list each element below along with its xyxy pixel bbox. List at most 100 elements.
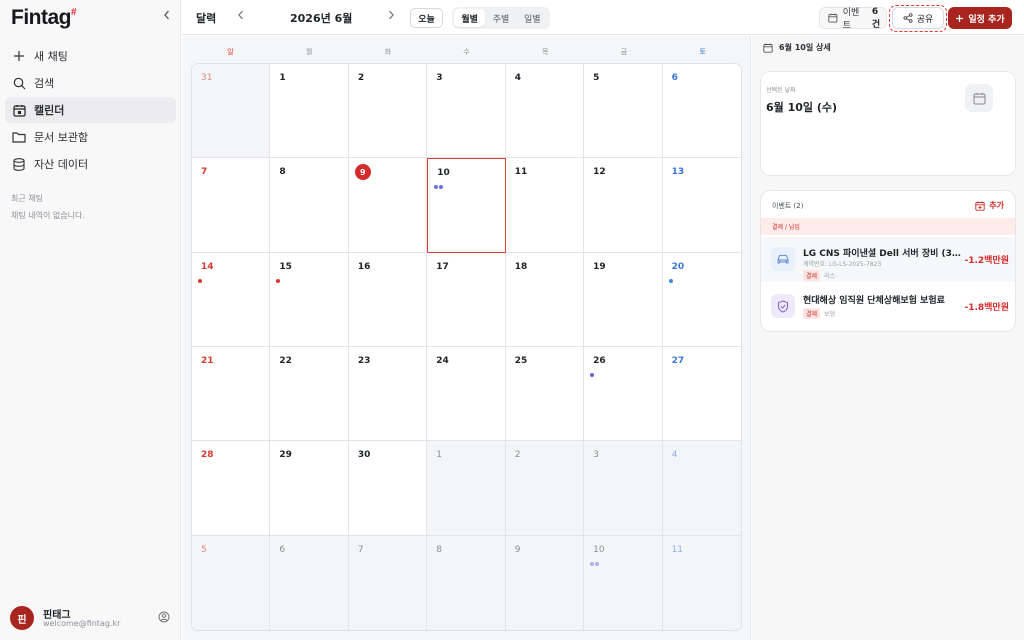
calendar-day-cell[interactable]: 5 xyxy=(584,64,663,159)
view-switcher: 월별 주별 일별 xyxy=(452,7,550,29)
calendar-day-cell[interactable]: 20 xyxy=(662,252,741,347)
user-settings-icon[interactable] xyxy=(158,611,170,623)
day-number: 3 xyxy=(593,450,599,461)
sidebar-item-documents[interactable]: 문서 보관함 xyxy=(5,124,176,150)
calendar-icon xyxy=(12,103,26,117)
day-detail-panel: 6월 10일 상세 선택된 날짜 6월 10일 (수) 이벤트 (2) 추가 결… xyxy=(752,36,1024,640)
calendar-day-cell[interactable]: 7 xyxy=(348,535,428,630)
calendar-day-cell[interactable]: 16 xyxy=(348,252,428,347)
calendar-day-cell[interactable]: 6 xyxy=(270,535,349,630)
user-profile[interactable]: 핀 핀태그 welcome@fintag.kr xyxy=(0,600,181,640)
day-number: 15 xyxy=(279,261,292,272)
calendar-day-cell[interactable]: 8 xyxy=(427,535,506,630)
database-icon xyxy=(12,157,26,171)
day-number: 3 xyxy=(436,73,443,83)
calendar-day-cell[interactable]: 27 xyxy=(662,347,741,442)
event-dots xyxy=(434,185,444,190)
weekday-label: 일 xyxy=(227,48,234,56)
sidebar-item-asset-data[interactable]: 자산 데이터 xyxy=(5,151,176,177)
day-number: 26 xyxy=(593,356,606,366)
view-month-button[interactable]: 월별 xyxy=(454,9,486,27)
day-number: 20 xyxy=(671,261,685,272)
prev-month-button[interactable] xyxy=(234,9,248,25)
avatar: 핀 xyxy=(10,606,34,630)
day-number: 9 xyxy=(514,544,521,555)
calendar-day-cell[interactable]: 12 xyxy=(584,158,663,253)
calendar-day-cell[interactable]: 9 xyxy=(348,158,428,253)
month-calendar: 일 월 화 수 목 금 토 31 1 2 3 4 5 6 7 8 9 10 11 12 13 14 15 16 1… xyxy=(182,36,751,640)
profile-email: welcome@fintag.kr xyxy=(43,619,121,628)
event-dots xyxy=(668,278,673,283)
calendar-day-cell[interactable]: 13 xyxy=(662,158,741,253)
calendar-day-cell[interactable]: 5 xyxy=(192,535,271,630)
calendar-icon xyxy=(763,43,773,53)
weekday-label: 화 xyxy=(384,48,392,56)
collapse-sidebar-button[interactable] xyxy=(160,9,174,25)
calendar-day-cell[interactable]: 24 xyxy=(427,347,506,442)
calendar-day-cell[interactable]: 17 xyxy=(427,252,506,347)
calendar-day-cell[interactable]: 1 xyxy=(427,441,506,536)
calendar-day-cell[interactable]: 11 xyxy=(662,535,741,630)
calendar-day-cell[interactable]: 4 xyxy=(662,441,741,536)
sidebar-nav: 새 채팅 검색 캘린더 문서 보관함 자산 데이터 xyxy=(5,43,176,178)
calendar-day-cell[interactable]: 2 xyxy=(348,64,428,159)
event-dot xyxy=(590,561,595,566)
add-event-button[interactable]: 일정 추가 xyxy=(948,7,1012,29)
calendar-day-cell[interactable]: 9 xyxy=(505,535,585,630)
fintag-logo[interactable]: Fintag# xyxy=(11,6,77,30)
calendar-day-cell[interactable]: 10 xyxy=(427,158,506,253)
calendar-day-cell[interactable]: 29 xyxy=(270,441,349,536)
weekday-label: 수 xyxy=(463,48,470,56)
event-row[interactable]: 현대해상 임직원 단체상해보험 보험료 결제 보험 -1.8백만원 xyxy=(761,284,1015,329)
calendar-day-cell[interactable]: 1 xyxy=(270,64,349,159)
sidebar-item-calendar[interactable]: 캘린더 xyxy=(5,97,176,123)
calendar-day-cell[interactable]: 4 xyxy=(505,64,585,159)
day-number: 11 xyxy=(514,167,528,178)
calendar-day-cell[interactable]: 22 xyxy=(270,347,349,442)
view-week-button[interactable]: 주별 xyxy=(485,9,516,27)
calendar-day-cell[interactable]: 2 xyxy=(505,441,585,536)
calendar-day-cell[interactable]: 3 xyxy=(427,64,506,159)
calendar-day-cell[interactable]: 18 xyxy=(505,252,585,347)
day-number: 31 xyxy=(201,73,213,83)
calendar-day-cell[interactable]: 3 xyxy=(584,441,663,536)
calendar-day-cell[interactable]: 28 xyxy=(192,441,271,536)
share-button[interactable]: 공유 xyxy=(892,7,944,29)
plus-icon xyxy=(12,49,26,63)
day-number: 28 xyxy=(201,450,214,461)
calendar-day-cell[interactable]: 23 xyxy=(348,347,428,442)
calendar-day-cell[interactable]: 7 xyxy=(192,158,271,253)
sidebar-item-label: 새 채팅 xyxy=(34,50,68,63)
calendar-day-cell[interactable]: 25 xyxy=(505,347,585,442)
calendar-day-cell[interactable]: 19 xyxy=(584,252,663,347)
events-count-badge[interactable]: 이벤트 6건 xyxy=(819,7,887,31)
add-event-link[interactable]: 추가 xyxy=(975,200,1004,211)
calendar-day-cell[interactable]: 8 xyxy=(270,158,349,253)
sidebar-item-new-chat[interactable]: 새 채팅 xyxy=(5,43,176,69)
calendar-day-cell[interactable]: 30 xyxy=(348,441,428,536)
calendar-day-cell[interactable]: 26 xyxy=(584,347,663,442)
event-contract-number: 계약번호: LG-LS-2025-7823 xyxy=(803,261,882,268)
page-title: 달력 xyxy=(196,12,217,25)
sidebar-item-search[interactable]: 검색 xyxy=(5,70,176,96)
calendar-day-cell[interactable]: 10 xyxy=(584,535,663,630)
chevron-right-icon xyxy=(389,10,394,20)
share-icon xyxy=(903,13,913,23)
calendar-day-cell[interactable]: 21 xyxy=(192,347,271,442)
today-button[interactable]: 오늘 xyxy=(410,8,443,28)
calendar-day-cell[interactable]: 11 xyxy=(505,158,585,253)
selected-date-label: 선택된 날짜 xyxy=(766,87,796,94)
view-day-button[interactable]: 일별 xyxy=(517,9,548,27)
calendar-day-cell[interactable]: 14 xyxy=(192,252,271,347)
events-card: 이벤트 (2) 추가 결제 / 납입 LG CNS 파이낸셜 Dell 서버 장… xyxy=(760,190,1016,332)
next-month-button[interactable] xyxy=(384,9,398,25)
day-number: 7 xyxy=(357,544,364,555)
day-number: 18 xyxy=(514,261,528,272)
calendar-day-cell[interactable]: 6 xyxy=(662,64,741,159)
event-row[interactable]: LG CNS 파이낸셜 Dell 서버 장비 (36개월) 계약번호: LG-L… xyxy=(761,237,1015,282)
calendar-day-cell[interactable]: 15 xyxy=(270,252,349,347)
chevron-left-icon xyxy=(238,10,243,20)
calendar-day-cell[interactable]: 31 xyxy=(192,64,271,159)
calendar-plus-icon xyxy=(975,201,985,211)
event-group-header: 결제 / 납입 xyxy=(761,218,1015,235)
